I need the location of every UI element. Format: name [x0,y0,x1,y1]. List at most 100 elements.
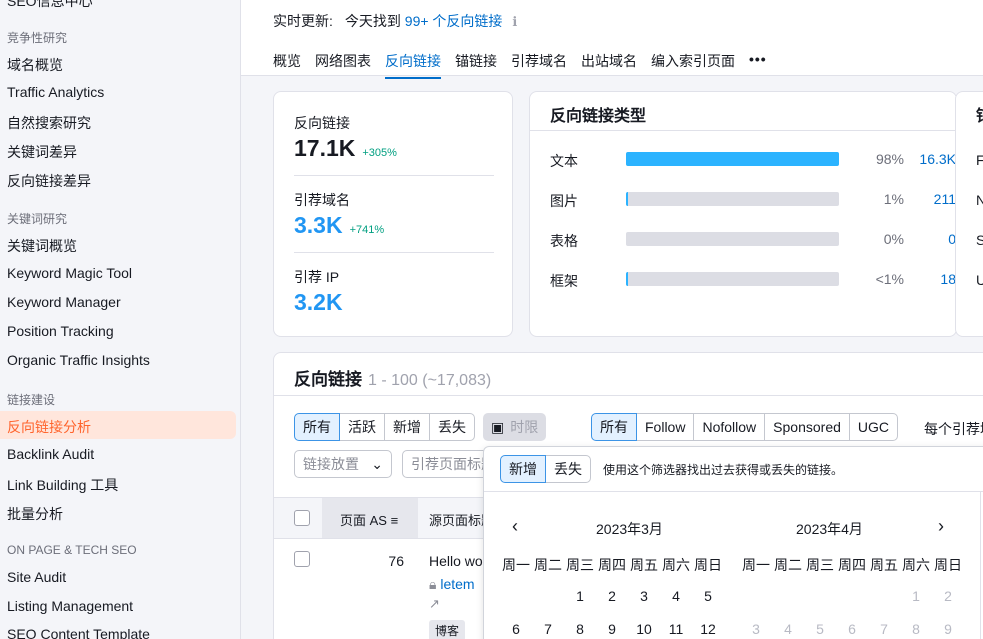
tab-anchors[interactable]: 锚链接 [455,51,497,79]
type-ugc-button[interactable]: UGC [848,413,899,441]
status-lost-button[interactable]: 丢失 [429,413,475,441]
calendar-day[interactable]: 11 [660,621,692,637]
tabs: 概览 网络图表 反向链接 锚链接 引荐域名 出站域名 编入索引页面 ••• [273,51,767,79]
picker-lost-button[interactable]: 丢失 [545,455,591,483]
kpi-ref-domains-value[interactable]: 3.3K +741% [294,212,384,239]
calendar-day[interactable]: 2 [596,588,628,604]
status-active-button[interactable]: 活跃 [339,413,385,441]
calendar-day[interactable]: 6 [836,621,868,637]
calendar-day[interactable]: 12 [692,621,724,637]
backlink-type-percent: <1% [875,271,904,287]
type-nofollow-button[interactable]: Nofollow [693,413,766,441]
picker-mode-toggle: 新增 丢失 [500,455,591,483]
more-tabs-icon[interactable]: ••• [749,51,767,79]
kpi-backlinks-label: 反向链接 [294,115,350,131]
divider [980,491,981,639]
next-month-icon[interactable]: › [938,516,944,537]
weekday-label: 周三 [806,557,834,573]
backlink-type-count[interactable]: 211 [904,191,956,207]
calendar-day[interactable]: 7 [868,621,900,637]
new-backlinks-link[interactable]: 99+ 个反向链接 [405,13,503,29]
calendar-day[interactable]: 5 [804,621,836,637]
type-sponsored-button[interactable]: Sponsored [764,413,850,441]
tab-backlinks[interactable]: 反向链接 [385,51,441,79]
lock-icon: 🔒︎ [429,576,437,592]
backlink-type-name: 框架 [550,273,578,289]
column-page-as[interactable]: 页面 AS ≡ [340,510,398,529]
sidebar-item-seo-dashboard[interactable]: SEO信息中心 [7,0,93,11]
calendar-day[interactable]: 2 [932,588,964,604]
sidebar-item-backlink-audit[interactable]: Backlink Audit [7,446,94,462]
backlink-type-count[interactable]: 16.3K [904,151,956,167]
row-source-title: Hello wo [429,553,483,569]
sidebar-heading-keyword: 关键词研究 [7,212,68,226]
anchor-item: F [976,152,983,168]
sidebar-item-keyword-magic-tool[interactable]: Keyword Magic Tool [7,265,132,281]
backlink-type-count[interactable]: 18 [904,271,956,287]
picker-new-button[interactable]: 新增 [500,455,546,483]
backlink-type-percent: 98% [875,151,904,167]
calendar-day[interactable]: 10 [628,621,660,637]
row-source-link[interactable]: 🔒︎ letem [429,576,475,593]
external-link-icon[interactable]: ↗ [429,596,440,612]
sidebar-item-site-audit[interactable]: Site Audit [7,569,66,585]
calendar-day[interactable]: 4 [772,621,804,637]
select-all-checkbox[interactable] [294,510,310,526]
sidebar-item-traffic-analytics[interactable]: Traffic Analytics [7,84,104,100]
sidebar-item-keyword-overview[interactable]: 关键词概览 [7,236,77,256]
kpi-ref-ips-value[interactable]: 3.2K [294,289,343,316]
weekday-label: 周六 [662,557,690,573]
weekday-label: 周五 [870,557,898,573]
sidebar-item-organic-traffic-insights[interactable]: Organic Traffic Insights [7,352,150,368]
calendar-day[interactable]: 8 [564,621,596,637]
calendar-day[interactable]: 4 [660,588,692,604]
info-icon[interactable]: ℹ [512,14,522,30]
sidebar-item-organic-research[interactable]: 自然搜索研究 [7,113,91,133]
sidebar-item-keyword-gap[interactable]: 关键词差异 [7,142,77,162]
tab-network-graph[interactable]: 网络图表 [315,51,371,79]
type-all-button[interactable]: 所有 [591,413,637,441]
tab-overview[interactable]: 概览 [273,51,301,79]
sidebar-item-domain-overview[interactable]: 域名概览 [7,55,63,75]
sidebar-item-listing-management[interactable]: Listing Management [7,598,133,614]
sidebar-item-keyword-manager[interactable]: Keyword Manager [7,294,121,310]
weekday-label: 周一 [502,557,530,573]
tab-outbound-domains[interactable]: 出站域名 [581,51,637,79]
status-all-button[interactable]: 所有 [294,413,340,441]
weekday-label: 周三 [566,557,594,573]
sidebar-item-link-building-tool[interactable]: Link Building 工具 [7,475,118,495]
weekday-label: 周一 [742,557,770,573]
sidebar-item-position-tracking[interactable]: Position Tracking [7,323,114,339]
calendar-day[interactable]: 1 [564,588,596,604]
link-placement-select[interactable]: 链接放置 ⌄ [294,450,392,478]
calendar-day[interactable]: 8 [900,621,932,637]
sidebar-item-seo-content-template[interactable]: SEO Content Template [7,626,150,639]
calendar-day[interactable]: 1 [900,588,932,604]
status-new-button[interactable]: 新增 [384,413,430,441]
backlink-type-row: 图片 1% 211 [550,189,956,209]
calendar-day[interactable]: 5 [692,588,724,604]
kpi-backlinks-value[interactable]: 17.1K +305% [294,135,397,162]
backlink-type-name: 表格 [550,233,578,249]
sidebar-heading-competitive: 竞争性研究 [7,31,68,45]
calendar-day[interactable]: 3 [740,621,772,637]
per-domain-toggle[interactable]: 每个引荐域 [924,419,983,439]
calendar-week: 6 7 8 9 10 11 12 [500,621,724,637]
tab-referring-domains[interactable]: 引荐域名 [511,51,567,79]
backlink-type-count[interactable]: 0 [904,231,956,247]
source-title-input[interactable]: 引荐页面标题 [402,450,492,478]
date-range-button[interactable]: ▣ 时限 [483,413,547,441]
weekday-label: 周六 [902,557,930,573]
calendar-day[interactable]: 9 [596,621,628,637]
calendar-day[interactable]: 7 [532,621,564,637]
calendar-day[interactable]: 9 [932,621,964,637]
sidebar-item-bulk-analysis[interactable]: 批量分析 [7,504,63,524]
calendar-day[interactable]: 6 [500,621,532,637]
row-checkbox[interactable] [294,551,310,567]
prev-month-icon[interactable]: ‹ [512,516,518,537]
sidebar-item-backlink-gap[interactable]: 反向链接差异 [7,171,91,191]
calendar-day[interactable]: 3 [628,588,660,604]
sidebar-item-backlink-analytics[interactable]: 反向链接分析 [7,417,91,437]
type-follow-button[interactable]: Follow [636,413,695,441]
tab-indexed-pages[interactable]: 编入索引页面 [651,51,735,79]
